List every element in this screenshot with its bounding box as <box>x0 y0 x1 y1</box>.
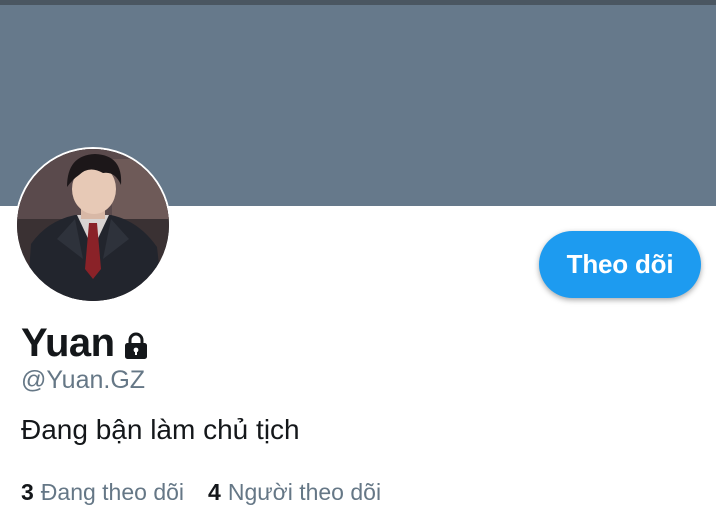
followers-count: 4 <box>208 479 221 505</box>
avatar-photo <box>17 149 169 301</box>
followers-label: Người theo dõi <box>227 479 382 505</box>
display-name: Yuan <box>21 320 115 365</box>
avatar[interactable] <box>17 149 169 301</box>
following-count: 3 <box>21 479 34 505</box>
following-link[interactable]: 3 Đang theo dõi <box>21 479 184 506</box>
followers-link[interactable]: 4 Người theo dõi <box>208 479 381 506</box>
profile-handle: @Yuan.GZ <box>21 366 146 394</box>
follow-button[interactable]: Theo dõi <box>539 231 701 298</box>
following-label: Đang theo dõi <box>40 479 185 505</box>
profile-name-row: Yuan <box>21 318 151 368</box>
profile-stats: 3 Đang theo dõi 4 Người theo dõi <box>21 479 405 506</box>
lock-icon <box>121 331 151 361</box>
profile-bio: Đang bận làm chủ tịch <box>21 414 300 445</box>
